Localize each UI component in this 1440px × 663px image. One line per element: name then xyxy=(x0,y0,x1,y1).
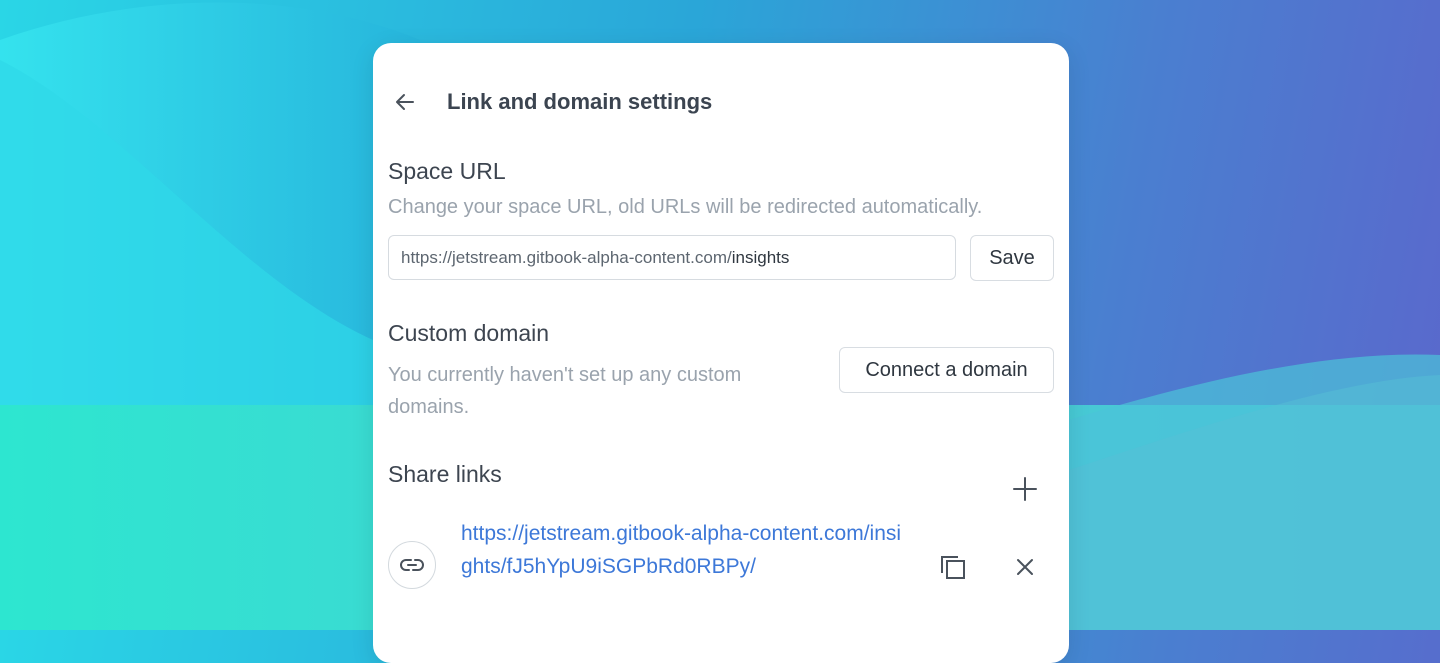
space-url-description: Change your space URL, old URLs will be … xyxy=(388,196,983,218)
close-icon xyxy=(1017,559,1033,575)
custom-domain-title: Custom domain xyxy=(388,320,550,346)
remove-link-button[interactable] xyxy=(1006,548,1044,586)
url-prefix: https://jetstream.gitbook-alpha-content.… xyxy=(401,247,732,267)
plus-icon xyxy=(1013,477,1037,501)
share-link-url[interactable]: https://jetstream.gitbook-alpha-content.… xyxy=(461,517,911,583)
copy-icon xyxy=(941,556,965,579)
space-url-input[interactable]: https://jetstream.gitbook-alpha-content.… xyxy=(388,235,956,280)
share-links-title: Share links xyxy=(388,461,502,487)
connect-domain-button[interactable]: Connect a domain xyxy=(839,347,1054,393)
arrow-left-icon xyxy=(396,94,414,110)
add-share-link-button[interactable] xyxy=(1007,471,1043,507)
settings-panel: Link and domain settings Space URL Chang… xyxy=(373,43,1069,663)
back-button[interactable] xyxy=(389,86,421,118)
save-button[interactable]: Save xyxy=(970,235,1054,281)
space-url-title: Space URL xyxy=(388,158,506,184)
link-icon xyxy=(400,559,424,571)
custom-domain-description: You currently haven't set up any custom … xyxy=(388,364,742,418)
panel-header: Link and domain settings xyxy=(389,83,1049,121)
link-badge xyxy=(388,541,436,589)
copy-link-button[interactable] xyxy=(933,547,973,587)
page-title: Link and domain settings xyxy=(447,89,713,114)
url-slug: insights xyxy=(731,247,790,267)
